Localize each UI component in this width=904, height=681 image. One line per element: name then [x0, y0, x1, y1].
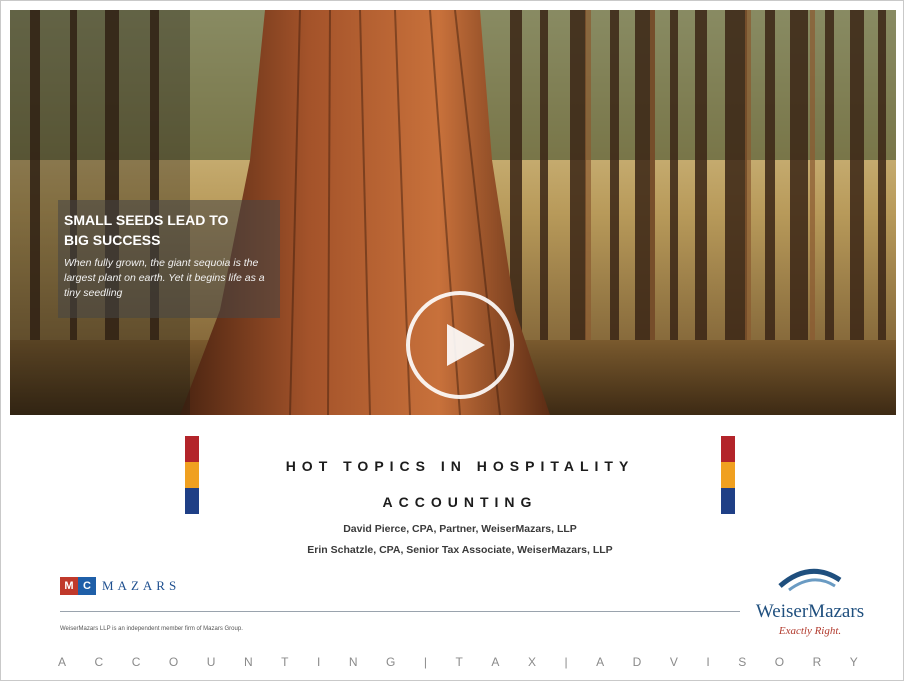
footer-letter: G	[386, 655, 396, 669]
footer-letter: Y	[849, 655, 858, 669]
footer-letter: N	[348, 655, 358, 669]
divider	[60, 611, 740, 612]
mazars-logo: M C MAZARS	[60, 576, 180, 596]
footer-letter: V	[669, 655, 678, 669]
color-bar-orange	[185, 462, 199, 488]
weisermazars-name: WeiserMazars	[755, 601, 865, 622]
color-bar-blue	[185, 488, 199, 514]
footer-letter: A	[596, 655, 605, 669]
mazars-wordmark: MAZARS	[102, 578, 181, 593]
presenter-1: David Pierce, CPA, Partner, WeiserMazars…	[343, 523, 577, 535]
footer-letter: A	[58, 655, 67, 669]
presenter-2: Erin Schatzle, CPA, Senior Tax Associate…	[307, 544, 613, 556]
footer-letter: I	[706, 655, 710, 669]
color-bar-red	[185, 436, 199, 462]
left-color-bars	[185, 436, 199, 514]
footer-letter: D	[632, 655, 642, 669]
hero-callout: SMALL SEEDS LEAD TO BIG SUCCESS When ful…	[58, 200, 280, 318]
footer-letter: O	[168, 655, 179, 669]
footer-separator: |	[564, 655, 568, 669]
footer-letter: I	[317, 655, 321, 669]
footer-letter: R	[812, 655, 822, 669]
slide-title-line1: HOT TOPICS IN HOSPITALITY	[285, 458, 635, 474]
slide-title-line2: ACCOUNTING	[382, 494, 538, 510]
callout-title-line1: SMALL SEEDS LEAD TO	[64, 212, 229, 228]
right-color-bars	[721, 436, 735, 514]
weisermazars-tagline: Exactly Right.	[778, 625, 842, 637]
mazars-mark: M C	[60, 577, 96, 595]
callout-title-line2: BIG SUCCESS	[64, 232, 161, 248]
mazars-mark-left: M	[60, 577, 78, 595]
footer-letter: C	[94, 655, 104, 669]
footer-letter: O	[774, 655, 785, 669]
footer-letter: U	[206, 655, 216, 669]
footer-letter: C	[131, 655, 141, 669]
footer-tagline: A C C O U N T I N G | T A X | A D V I S …	[58, 655, 858, 669]
presenters: David Pierce, CPA, Partner, WeiserMazars…	[200, 519, 720, 561]
color-bar-blue	[721, 488, 735, 514]
footer-letter: A	[491, 655, 500, 669]
disclaimer: WeiserMazars LLP is an independent membe…	[60, 626, 243, 632]
hero-image: SMALL SEEDS LEAD TO BIG SUCCESS When ful…	[10, 10, 896, 415]
play-icon	[406, 291, 514, 399]
footer-letter: T	[281, 655, 289, 669]
footer-separator: |	[423, 655, 428, 669]
callout-body: When fully grown, the giant sequoia is t…	[64, 257, 265, 299]
color-bar-orange	[721, 462, 735, 488]
weisermazars-logo: WeiserMazars Exactly Right.	[745, 566, 875, 646]
footer-letter: S	[738, 655, 747, 669]
footer-letter: N	[243, 655, 253, 669]
play-button[interactable]	[405, 290, 515, 400]
mazars-mark-right: C	[78, 577, 96, 595]
footer-letter: T	[455, 655, 463, 669]
weisermazars-swoosh-icon	[778, 568, 842, 592]
footer-letter: X	[527, 655, 536, 669]
slide-title: HOT TOPICS IN HOSPITALITY ACCOUNTING	[200, 448, 720, 520]
color-bar-red	[721, 436, 735, 462]
